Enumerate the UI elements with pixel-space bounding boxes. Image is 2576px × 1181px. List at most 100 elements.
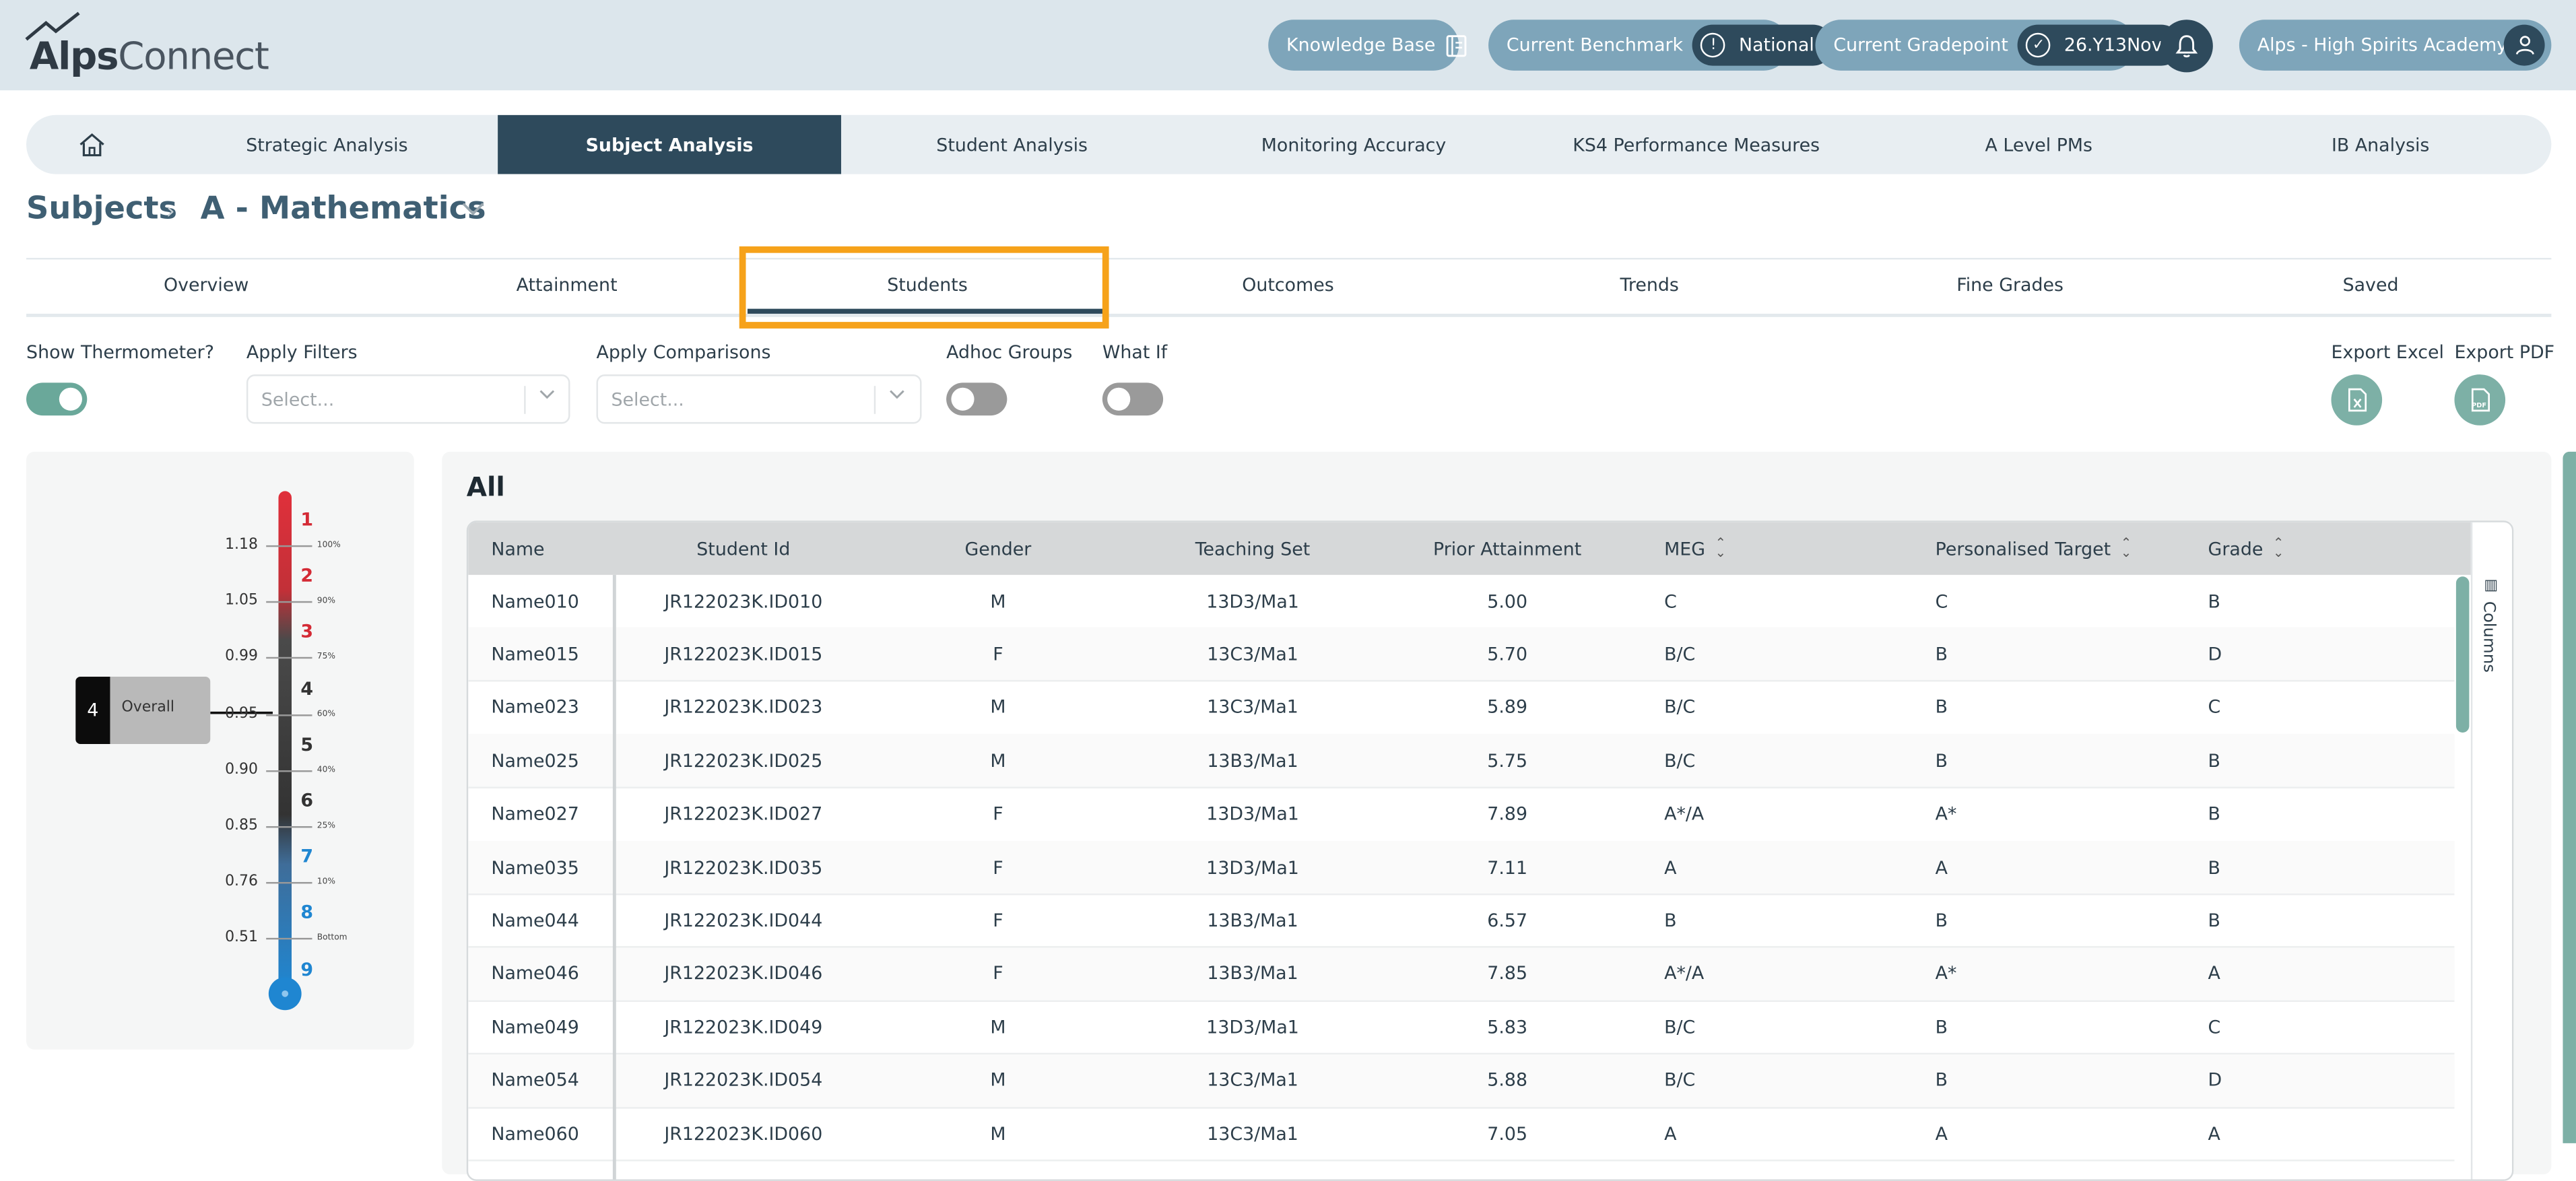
what-if-toggle[interactable] (1102, 382, 1164, 416)
tab-saved[interactable]: Saved (2190, 259, 2552, 310)
cell-gender: M (990, 1069, 1006, 1091)
export-pdf-button[interactable]: PDF (2454, 374, 2506, 426)
nav-a-level-pms[interactable]: A Level PMs (1868, 115, 2210, 174)
cell-prior-attainment: 7.11 (1487, 856, 1528, 878)
nav-ks4-performance-measures[interactable]: KS4 Performance Measures (1525, 115, 1868, 174)
table-row[interactable]: Name015 JR122023K.ID015 F 13C3/Ma1 5.70 B/C B D (468, 628, 2455, 683)
thermometer-value-label: 0.76 (225, 874, 258, 891)
bell-icon (2175, 34, 2198, 59)
cell-prior-attainment: 6.57 (1487, 910, 1528, 931)
tab-fine-grades[interactable]: Fine Grades (1830, 259, 2189, 310)
tab-trends[interactable]: Trends (1469, 259, 1830, 310)
notifications-button[interactable] (2160, 20, 2213, 73)
cell-name[interactable]: Name049 (491, 1001, 579, 1053)
column-header-name[interactable]: Name (491, 522, 544, 575)
cell-name[interactable]: Name015 (491, 628, 579, 681)
table-row[interactable]: Name046 JR122023K.ID046 F 13B3/Ma1 7.85 A*/A A… (468, 947, 2455, 1002)
cell-name[interactable]: Name023 (491, 681, 579, 734)
thermometer-value-label: 0.90 (225, 762, 258, 778)
table-row[interactable]: Name025 JR122023K.ID025 M 13B3/Ma1 5.75 B/C B B (468, 734, 2455, 789)
thermometer-tick (266, 657, 312, 660)
thermometer-percentile-label: 25% (317, 821, 335, 832)
cell-meg: C (1664, 590, 1677, 612)
cell-grade: C (2208, 697, 2221, 718)
account-button[interactable]: Alps - High Spirits Academy (E) (2239, 20, 2552, 71)
nav-student-analysis[interactable]: Student Analysis (841, 115, 1183, 174)
cell-teaching-set: 13D3/Ma1 (1206, 803, 1299, 825)
adhoc-groups-label: Adhoc Groups (946, 341, 1073, 364)
table-row[interactable]: Name054 JR122023K.ID054 M 13C3/Ma1 5.88 B/C B D (468, 1054, 2455, 1108)
cell-personalised-target: B (1935, 1016, 1948, 1038)
page-scrollbar[interactable] (2563, 451, 2576, 1143)
knowledge-base-button[interactable]: Knowledge Base (1268, 20, 1466, 71)
cell-name[interactable]: Name035 (491, 841, 579, 893)
sort-icon[interactable]: ⌃ ⌄ (2121, 536, 2132, 559)
table-row[interactable]: Name010 JR122023K.ID010 M 13D3/Ma1 5.00 C C B (468, 575, 2455, 630)
cell-personalised-target: B (1935, 910, 1948, 931)
cell-prior-attainment: 5.89 (1487, 697, 1528, 718)
cell-student-id: JR122023K.ID010 (664, 590, 823, 612)
cell-name[interactable]: Name060 (491, 1107, 579, 1159)
cell-meg: B/C (1664, 697, 1696, 718)
cell-meg: B/C (1664, 1016, 1696, 1038)
cell-student-id: JR122023K.ID025 (664, 750, 823, 772)
thermometer-percentile-label: 10% (317, 877, 335, 887)
cell-personalised-target: A (1935, 856, 1948, 878)
cell-grade: A (2208, 1122, 2220, 1145)
cell-prior-attainment: 7.89 (1487, 803, 1528, 825)
table-row[interactable]: Name049 JR122023K.ID049 M 13D3/Ma1 5.83 B/C B C (468, 1001, 2455, 1055)
table-row[interactable]: Name027 JR122023K.ID027 F 13D3/Ma1 7.89 A*/A A… (468, 788, 2455, 842)
cell-gender: F (993, 910, 1003, 931)
cell-grade: B (2208, 910, 2220, 931)
cell-personalised-target: B (1935, 643, 1948, 665)
cell-name[interactable]: Name054 (491, 1054, 579, 1106)
cell-name[interactable]: Name044 (491, 894, 579, 947)
nav-monitoring-accuracy[interactable]: Monitoring Accuracy (1183, 115, 1524, 174)
tab-attainment[interactable]: Attainment (386, 259, 748, 310)
subject-dropdown-chevron-icon[interactable] (460, 199, 486, 224)
column-header-grade[interactable]: Grade ⌃ ⌄ (2208, 522, 2284, 575)
current-gradepoint-pill[interactable]: Current Gradepoint ✓ 26.Y13Nov (1815, 20, 2182, 71)
column-header-gender[interactable]: Gender (871, 522, 1125, 575)
table-row[interactable]: Name044 JR122023K.ID044 F 13B3/Ma1 6.57 B B B (468, 894, 2455, 949)
cell-meg: B/C (1664, 750, 1696, 772)
table-row[interactable]: Name023 JR122023K.ID023 M 13C3/Ma1 5.89 B/C B C (468, 681, 2455, 736)
table-row[interactable]: Name060 JR122023K.ID060 M 13C3/Ma1 7.05 A A A (468, 1107, 2455, 1161)
thermometer-grade-label: 5 (300, 733, 314, 755)
columns-panel-toggle[interactable]: ▥ Columns (2470, 522, 2512, 1180)
table-title: All (466, 471, 505, 503)
nav-ib-analysis[interactable]: IB Analysis (2210, 115, 2551, 174)
cell-name[interactable]: Name025 (491, 735, 579, 787)
cell-name[interactable]: Name010 (491, 575, 579, 628)
thermometer-percentile-label: 90% (317, 596, 335, 607)
cell-name[interactable]: Name046 (491, 947, 579, 1000)
cell-prior-attainment: 5.00 (1487, 590, 1528, 612)
column-header-prior-attainment[interactable]: Prior Attainment (1380, 522, 1634, 575)
cell-grade: B (2208, 856, 2220, 878)
sort-icon[interactable]: ⌃ ⌄ (2273, 536, 2284, 559)
table-scrollbar[interactable] (2455, 576, 2470, 733)
thermometer-grade-label: 2 (300, 565, 314, 587)
column-header-teaching-set[interactable]: Teaching Set (1125, 522, 1380, 575)
tab-outcomes[interactable]: Outcomes (1107, 259, 1469, 310)
thermometer-value-label: 0.51 (225, 930, 258, 947)
current-benchmark-pill[interactable]: Current Benchmark ! National (1488, 20, 1835, 71)
thermometer-tick (266, 601, 312, 603)
apply-comparisons-select[interactable]: Select... (596, 374, 922, 424)
cell-teaching-set: 13D3/Ma1 (1206, 1016, 1299, 1038)
gradepoint-value: ✓ 26.Y13Nov (2018, 24, 2182, 66)
cell-grade: B (2208, 750, 2220, 772)
thermometer-value-label: 0.99 (225, 649, 258, 666)
table-row[interactable]: Name035 JR122023K.ID035 F 13D3/Ma1 7.11 A A B (468, 840, 2455, 896)
cell-prior-attainment: 7.05 (1487, 1122, 1528, 1145)
adhoc-groups-toggle[interactable] (946, 382, 1008, 416)
column-header-student-id[interactable]: Student Id (616, 522, 871, 575)
column-header-meg[interactable]: MEG ⌃ ⌄ (1664, 522, 1726, 575)
column-header-personalised-target[interactable]: Personalised Target ⌃ ⌄ (1936, 522, 2132, 575)
cell-gender: M (990, 1122, 1006, 1145)
cell-name[interactable]: Name027 (491, 788, 579, 840)
sort-icon[interactable]: ⌃ ⌄ (1715, 536, 1726, 559)
nav-subject-analysis[interactable]: Subject Analysis (498, 114, 841, 174)
thermometer-tick (266, 770, 312, 772)
export-excel-button[interactable] (2331, 374, 2383, 426)
